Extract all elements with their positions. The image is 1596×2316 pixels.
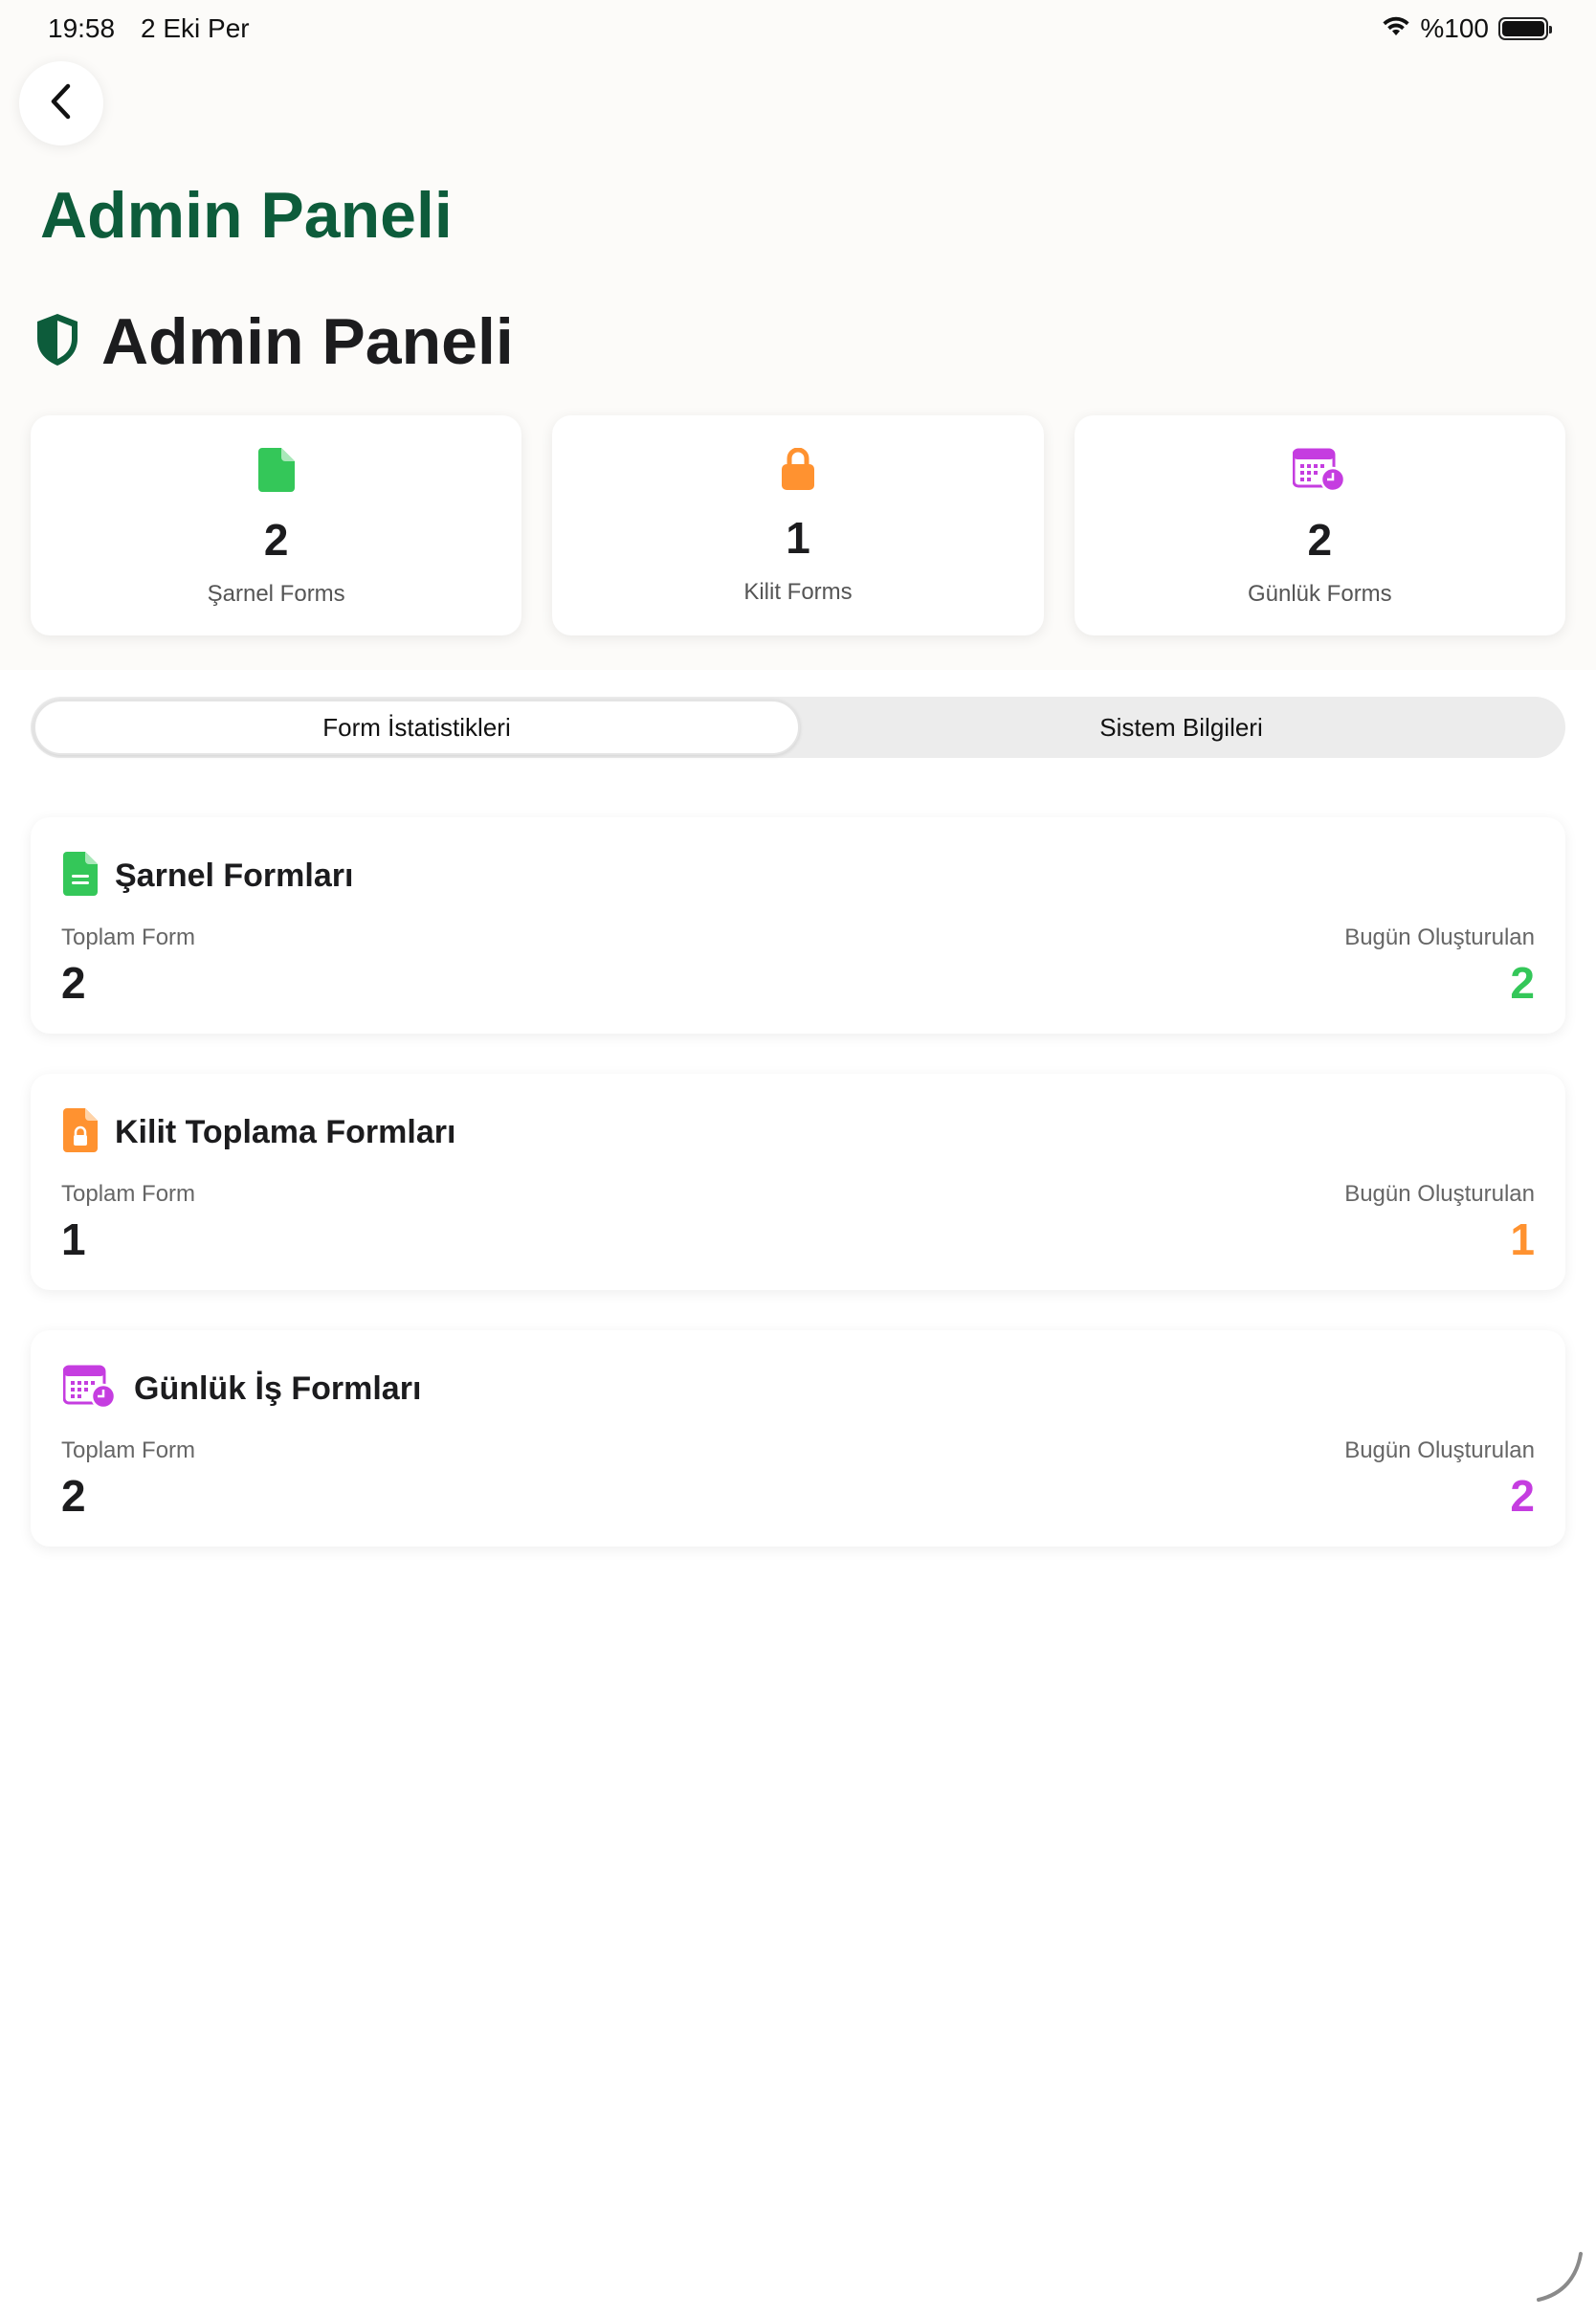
stat-card-title: Şarnel Formları	[115, 857, 354, 894]
summary-value: 1	[786, 513, 810, 563]
stat-card-header: Günlük İş Formları	[62, 1365, 422, 1414]
summary-label: Kilit Forms	[743, 579, 853, 605]
stat-card-title: Günlük İş Formları	[134, 1370, 422, 1407]
calendar-clock-icon	[62, 1365, 117, 1414]
status-date: 2 Eki Per	[141, 13, 250, 43]
total-form-label: Toplam Form	[61, 1181, 196, 1207]
status-time: 19:58	[48, 13, 116, 43]
today-created-label: Bugün Oluşturulan	[1344, 1437, 1535, 1463]
total-form-label: Toplam Form	[61, 1437, 196, 1463]
lock-icon	[781, 447, 814, 495]
summary-value: 2	[263, 515, 289, 565]
summary-card-kilit[interactable]: 1 Kilit Forms	[552, 415, 1044, 635]
document-lock-icon	[63, 1108, 98, 1157]
total-form-value: 2	[61, 958, 86, 1008]
tab-system-info[interactable]: Sistem Bilgileri	[800, 700, 1563, 755]
battery-icon	[1498, 17, 1552, 40]
scroll-indicator	[1531, 2248, 1588, 2310]
battery-percentage: %100	[1420, 13, 1489, 43]
nav-title: Admin Paneli	[40, 179, 453, 252]
summary-value: 2	[1307, 515, 1333, 565]
today-created-value: 2	[1510, 958, 1535, 1008]
stat-card-header: Şarnel Formları	[63, 852, 353, 901]
stat-card-title: Kilit Toplama Formları	[115, 1114, 456, 1150]
stat-card-header: Kilit Toplama Formları	[63, 1108, 455, 1157]
page-title: Admin Paneli	[101, 305, 514, 378]
total-form-value: 2	[61, 1471, 86, 1521]
status-indicators: %100	[1382, 13, 1552, 44]
document-icon	[257, 448, 295, 497]
wifi-icon	[1382, 16, 1410, 42]
stat-card-sarnel: Şarnel Formları Toplam Form Bugün Oluştu…	[31, 817, 1565, 1034]
summary-label: Şarnel Forms	[207, 581, 345, 607]
total-form-value: 1	[61, 1214, 86, 1264]
segmented-control: Form İstatistikleri Sistem Bilgileri	[31, 697, 1565, 758]
shield-icon	[34, 312, 80, 372]
today-created-label: Bugün Oluşturulan	[1344, 924, 1535, 950]
back-button[interactable]	[19, 61, 103, 145]
today-created-value: 1	[1510, 1214, 1535, 1264]
summary-cards: 2 Şarnel Forms 1 Kilit Forms 2 Günlük Fo…	[31, 415, 1565, 635]
today-created-value: 2	[1510, 1471, 1535, 1521]
summary-card-sarnel[interactable]: 2 Şarnel Forms	[31, 415, 522, 635]
summary-label: Günlük Forms	[1247, 581, 1392, 607]
stat-card-kilit: Kilit Toplama Formları Toplam Form Bugün…	[31, 1074, 1565, 1290]
tab-form-statistics[interactable]: Form İstatistikleri	[33, 700, 800, 755]
calendar-clock-icon	[1292, 448, 1346, 497]
stat-card-gunluk: Günlük İş Formları Toplam Form Bugün Olu…	[31, 1330, 1565, 1547]
status-bar: 19:58 2 Eki Per %100	[0, 0, 1596, 61]
page-header: Admin Paneli	[34, 304, 514, 379]
total-form-label: Toplam Form	[61, 924, 196, 950]
today-created-label: Bugün Oluşturulan	[1344, 1181, 1535, 1207]
chevron-left-icon	[47, 82, 76, 125]
document-text-icon	[63, 852, 98, 901]
summary-card-gunluk[interactable]: 2 Günlük Forms	[1074, 415, 1565, 635]
